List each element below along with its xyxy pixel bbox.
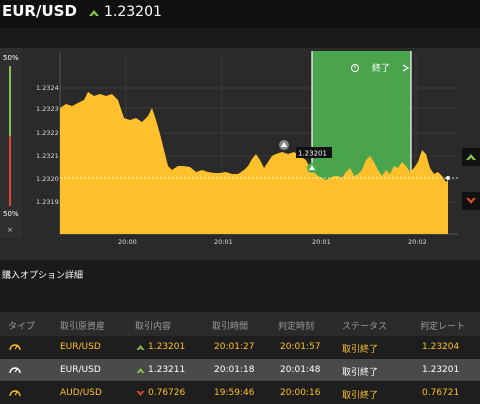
row-asset: EUR/USD [60, 342, 101, 352]
up-arrow-icon [89, 10, 99, 16]
row-trade-time: 20:01:18 [214, 365, 255, 375]
end-zone-label: 終了 [372, 62, 390, 74]
y-tick-label: 1.2321 [36, 152, 59, 160]
column-header-judge-rate: 判定レート [420, 322, 466, 332]
marker-label: 1.23201 [298, 150, 327, 158]
column-header-asset: 取引原資産 [60, 322, 106, 332]
currency-pair-title[interactable]: EUR/USD [2, 2, 77, 20]
row-judge-time: 20:01:57 [280, 342, 321, 352]
row-price: 0.76726 [148, 388, 186, 398]
row-asset: AUD/USD [60, 388, 102, 398]
y-tick-label: 1.2319 [36, 198, 59, 206]
row-price: 1.23201 [148, 342, 186, 352]
row-judge-rate: 1.23204 [422, 342, 460, 352]
y-tick-label: 1.2322 [36, 129, 59, 137]
green-marker-icon [307, 163, 317, 173]
low-button[interactable] [462, 192, 480, 210]
grey-marker-icon [279, 140, 289, 150]
y-tick-label: 1.2323 [36, 105, 59, 113]
row-trade-time: 19:59:46 [214, 388, 255, 398]
y-tick-label: 1.2320 [36, 175, 59, 183]
row-price: 1.23211 [148, 365, 186, 375]
up-arrow-icon [136, 345, 145, 350]
row-judge-rate: 0.76721 [422, 388, 460, 398]
column-header-judge-time: 判定時刻 [278, 322, 315, 332]
price-chart: 終了 1.23201 1.2324 1.2323 1.2322 1.2321 1… [36, 51, 458, 246]
x-tick-label: 20:01 [214, 238, 233, 246]
row-trade-time: 20:01:27 [214, 342, 255, 352]
y-tick-label: 1.2324 [36, 84, 59, 92]
row-status: 取引終了 [342, 368, 379, 378]
row-judge-time: 20:00:16 [280, 388, 321, 398]
gauge-icon [9, 390, 21, 397]
section-title: 購入オプション詳細 [2, 271, 84, 281]
column-header-trade-time: 取引時間 [212, 322, 249, 332]
up-arrow-icon [136, 368, 145, 373]
x-tick-label: 20:01 [312, 238, 331, 246]
column-header-type: タイプ [8, 322, 36, 332]
gauge-icon [9, 367, 21, 374]
row-judge-time: 20:01:48 [280, 365, 321, 375]
row-judge-rate: 1.23201 [422, 365, 460, 375]
gauge-icon [9, 344, 21, 351]
high-button[interactable] [462, 148, 480, 166]
row-asset: EUR/USD [60, 365, 101, 375]
down-arrow-icon [136, 391, 145, 396]
x-tick-label: 20:00 [118, 238, 137, 246]
x-tick-label: 20:02 [408, 238, 427, 246]
column-header-status: ステータス [342, 322, 388, 332]
row-status: 取引終了 [342, 345, 379, 355]
column-header-content: 取引内容 [135, 322, 172, 332]
current-price-dot [446, 176, 450, 180]
row-status: 取引終了 [342, 391, 379, 401]
current-rate: 1.23201 [104, 4, 162, 20]
